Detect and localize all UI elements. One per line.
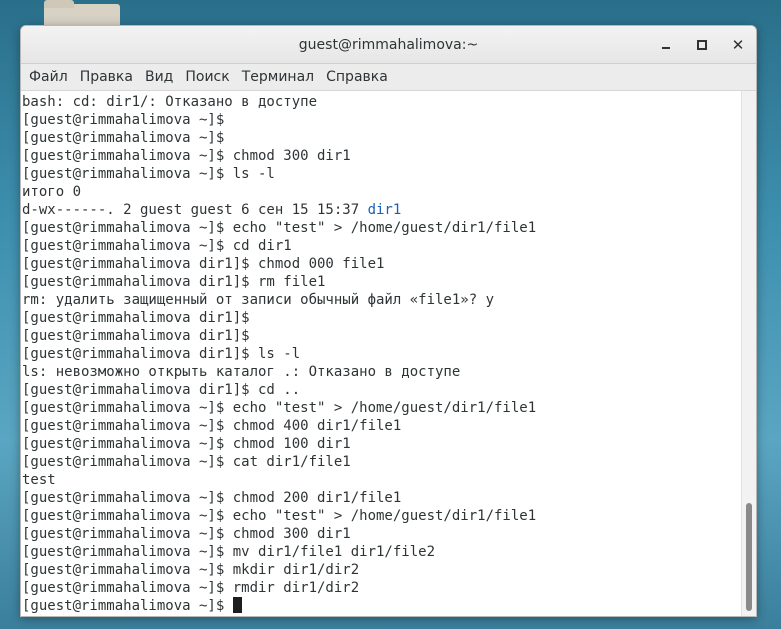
terminal-line-text: итого 0 [22,184,82,200]
terminal-line: [guest@rimmahalimova ~]$ echo "test" > /… [22,219,741,237]
terminal-line: [guest@rimmahalimova ~]$ chmod 400 dir1/… [22,417,741,435]
terminal-line: [guest@rimmahalimova ~]$ chmod 200 dir1/… [22,489,741,507]
terminal-line: [guest@rimmahalimova ~]$ [22,597,741,615]
menu-terminal[interactable]: Терминал [236,69,320,85]
terminal-line: [guest@rimmahalimova ~]$ [22,129,741,147]
scrollbar-thumb[interactable] [746,503,752,611]
terminal-line-text: [guest@rimmahalimova dir1]$ [22,328,250,344]
terminal-line-text: [guest@rimmahalimova ~]$ mv dir1/file1 d… [22,544,436,560]
menu-help[interactable]: Справка [320,69,394,85]
terminal-line: итого 0 [22,183,741,201]
terminal-line-text: [guest@rimmahalimova ~]$ echo "test" > /… [22,508,537,524]
terminal-line-text: [guest@rimmahalimova dir1]$ [22,310,250,326]
terminal-line-text: [guest@rimmahalimova ~]$ chmod 300 dir1 [22,148,351,164]
title-bar[interactable]: guest@rimmahalimova:~ ✕ [21,26,756,64]
menu-edit[interactable]: Правка [74,69,139,85]
terminal-line-text: [guest@rimmahalimova ~]$ echo "test" > /… [22,220,537,236]
terminal-line-text: [guest@rimmahalimova ~]$ [22,130,225,146]
terminal-output[interactable]: bash: cd: dir1/: Отказано в доступе [gues… [21,91,741,616]
vertical-scrollbar[interactable] [741,91,756,616]
menu-search[interactable]: Поиск [179,69,235,85]
terminal-line: [guest@rimmahalimova ~]$ echo "test" > /… [22,399,741,417]
directory-name-highlight: dir1 [367,202,402,218]
terminal-lines: bash: cd: dir1/: Отказано в доступе [gues… [21,91,741,615]
terminal-line: [guest@rimmahalimova ~]$ mv dir1/file1 d… [22,543,741,561]
terminal-window: guest@rimmahalimova:~ ✕ Файл Правка Вид … [20,25,757,617]
terminal-line-text: [guest@rimmahalimova dir1]$ rm file1 [22,274,326,290]
text-cursor [232,597,242,613]
terminal-line: [guest@rimmahalimova ~]$ cat dir1/file1 [22,453,741,471]
terminal-line: [guest@rimmahalimova ~]$ rmdir dir1/dir2 [22,579,741,597]
terminal-line: [guest@rimmahalimova ~]$ mkdir dir1/dir2 [22,561,741,579]
terminal-line-text: d-wx------. 2 guest guest 6 сен 15 15:37 [22,202,368,218]
window-controls: ✕ [658,26,746,63]
terminal-line: [guest@rimmahalimova ~]$ ls -l [22,165,741,183]
minimize-button[interactable] [658,37,674,53]
terminal-line: rm: удалить защищенный от записи обычный… [22,291,741,309]
close-icon: ✕ [731,35,745,54]
terminal-line-text: ls: невозможно открыть каталог .: Отказа… [22,364,461,380]
terminal-line: [guest@rimmahalimova ~]$ echo "test" > /… [22,507,741,525]
maximize-button[interactable] [694,37,710,53]
terminal-line-text: [guest@rimmahalimova ~]$ ls -l [22,166,275,182]
terminal-line: [guest@rimmahalimova dir1]$ cd .. [22,381,741,399]
maximize-icon [697,39,707,50]
menu-bar: Файл Правка Вид Поиск Терминал Справка [21,64,756,91]
terminal-line: [guest@rimmahalimova ~]$ chmod 100 dir1 [22,435,741,453]
terminal-line: d-wx------. 2 guest guest 6 сен 15 15:37… [22,201,741,219]
terminal-line: test [22,471,741,489]
terminal-line-text: test [22,472,56,488]
terminal-line-text: [guest@rimmahalimova ~]$ chmod 200 dir1/… [22,490,402,506]
terminal-line-text: [guest@rimmahalimova ~]$ echo "test" > /… [22,400,537,416]
terminal-line: [guest@rimmahalimova ~]$ cd dir1 [22,237,741,255]
terminal-line-text: [guest@rimmahalimova ~]$ chmod 400 dir1/… [22,418,402,434]
terminal-line-text: [guest@rimmahalimova ~]$ chmod 100 dir1 [22,436,351,452]
terminal-line-text: [guest@rimmahalimova ~]$ mkdir dir1/dir2 [22,562,360,578]
window-title: guest@rimmahalimova:~ [298,36,479,53]
terminal-line: bash: cd: dir1/: Отказано в доступе [22,93,741,111]
terminal-line: [guest@rimmahalimova ~]$ chmod 300 dir1 [22,525,741,543]
terminal-line: [guest@rimmahalimova dir1]$ rm file1 [22,273,741,291]
terminal-line-text: [guest@rimmahalimova dir1]$ ls -l [22,346,301,362]
terminal-line: [guest@rimmahalimova dir1]$ [22,327,741,345]
menu-view[interactable]: Вид [139,69,179,85]
terminal-line: ls: невозможно открыть каталог .: Отказа… [22,363,741,381]
terminal-line-text: [guest@rimmahalimova ~]$ cat dir1/file1 [22,454,351,470]
terminal-line-text: [guest@rimmahalimova ~]$ cd dir1 [22,238,292,254]
terminal-line-text: [guest@rimmahalimova ~]$ rmdir dir1/dir2 [22,580,360,596]
terminal-line-text: [guest@rimmahalimova ~]$ [22,112,225,128]
terminal-line: [guest@rimmahalimova dir1]$ [22,309,741,327]
terminal-line: [guest@rimmahalimova dir1]$ chmod 000 fi… [22,255,741,273]
terminal-line-text: rm: удалить защищенный от записи обычный… [22,292,495,308]
terminal-line-text: [guest@rimmahalimova dir1]$ cd .. [22,382,301,398]
terminal-line: [guest@rimmahalimova ~]$ chmod 300 dir1 [22,147,741,165]
terminal-line-text: bash: cd: dir1/: Отказано в доступе [22,94,318,110]
terminal-line: [guest@rimmahalimova ~]$ [22,111,741,129]
terminal-line-text: [guest@rimmahalimova dir1]$ chmod 000 fi… [22,256,385,272]
terminal-line: [guest@rimmahalimova dir1]$ ls -l [22,345,741,363]
terminal-line-text: [guest@rimmahalimova ~]$ [22,598,233,614]
minimize-icon [662,46,670,49]
menu-file[interactable]: Файл [23,69,74,85]
close-button[interactable]: ✕ [730,37,746,53]
terminal-line-text: [guest@rimmahalimova ~]$ chmod 300 dir1 [22,526,351,542]
